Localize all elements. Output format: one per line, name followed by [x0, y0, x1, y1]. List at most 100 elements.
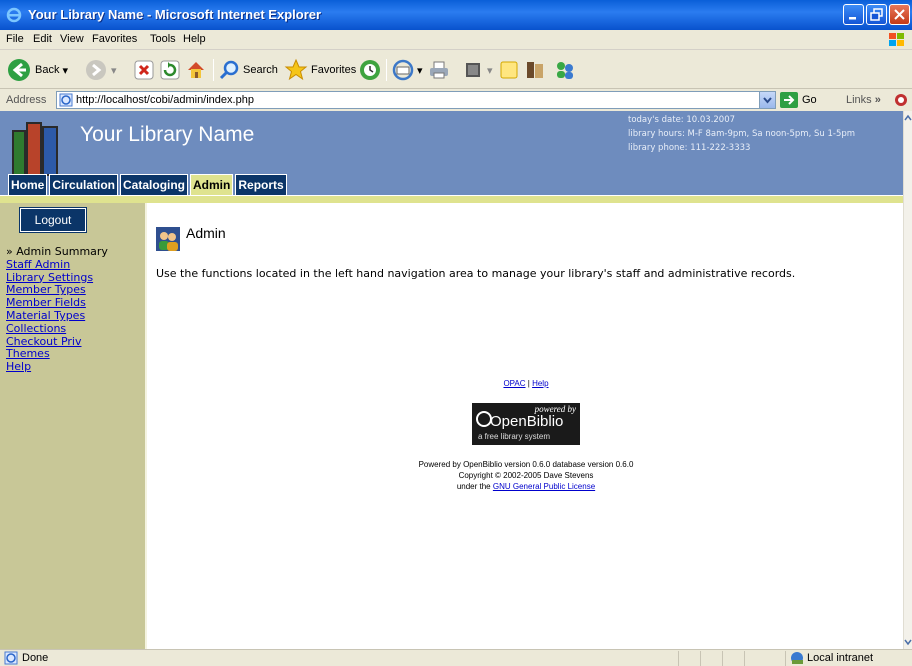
page-viewport: Your Library Name today's date: 10.03.20… [0, 111, 903, 649]
gpl-license-link[interactable]: GNU General Public License [493, 482, 595, 491]
sidebar: Logout » Admin Summary Staff Admin Libra… [0, 203, 145, 649]
sidebar-item-help[interactable]: Help [6, 360, 108, 374]
status-divider [722, 651, 723, 666]
stop-button[interactable] [133, 56, 155, 84]
stop-icon [134, 60, 154, 80]
tab-reports[interactable]: Reports [235, 174, 287, 195]
license-prefix: under the [456, 482, 491, 491]
note-icon [500, 61, 518, 79]
tab-home[interactable]: Home [8, 174, 48, 195]
sidebar-item-staff-admin[interactable]: Staff Admin [6, 258, 108, 272]
tab-underline [0, 195, 903, 203]
go-arrow-icon [780, 92, 798, 108]
close-icon [894, 9, 905, 20]
internet-explorer-icon [6, 7, 22, 23]
restore-button[interactable] [866, 4, 887, 25]
back-button[interactable]: Back ▾ [6, 56, 68, 84]
history-button[interactable] [358, 56, 382, 84]
messenger-button[interactable] [553, 56, 577, 84]
menu-file[interactable]: File [6, 33, 24, 45]
forward-arrow-icon [86, 60, 106, 80]
vertical-scrollbar[interactable] [903, 111, 912, 649]
forward-button[interactable]: ▾ [84, 56, 117, 84]
go-button[interactable]: Go [780, 91, 817, 109]
home-icon [188, 62, 204, 78]
refresh-icon [160, 60, 180, 80]
page-description: Use the functions located in the left ha… [156, 267, 796, 280]
status-text: Done [22, 652, 49, 664]
logo-tagline: a free library system [478, 432, 551, 441]
menu-bar: File Edit View Favorites Tools Help [0, 30, 912, 50]
status-divider [678, 651, 679, 666]
chevron-down-icon: ▾ [62, 64, 68, 77]
home-button[interactable] [185, 56, 207, 84]
todays-date: today's date: 10.03.2007 [628, 115, 736, 125]
addon-icon[interactable] [893, 92, 909, 108]
sidebar-item-material-types[interactable]: Material Types [6, 309, 108, 323]
research-button[interactable] [524, 56, 546, 84]
toolbar-divider [386, 59, 387, 81]
windows-logo-icon [889, 33, 904, 46]
window-title: Your Library Name - Microsoft Internet E… [28, 7, 322, 22]
menu-favorites[interactable]: Favorites [92, 33, 137, 45]
print-button[interactable] [428, 56, 450, 84]
address-dropdown-button[interactable] [759, 92, 775, 108]
local-intranet-icon [791, 652, 803, 664]
page-header: Your Library Name today's date: 10.03.20… [0, 111, 903, 203]
search-button[interactable]: Search [218, 56, 278, 84]
edit-page-icon [466, 63, 480, 77]
library-books-logo [12, 122, 58, 176]
close-button[interactable] [889, 4, 910, 25]
discuss-button[interactable] [498, 56, 520, 84]
menu-view[interactable]: View [60, 33, 84, 45]
links-button[interactable]: Links » [846, 94, 881, 106]
logo-openbiblio: OpenBiblio [490, 413, 564, 430]
sidebar-current-item: » Admin Summary [6, 245, 108, 258]
mail-icon [392, 59, 414, 81]
main-tabs: Home Circulation Cataloging Admin Report… [8, 174, 289, 195]
address-bar: Address http://localhost/cobi/admin/inde… [0, 90, 912, 110]
security-zone-text: Local intranet [807, 652, 874, 664]
admin-users-icon [156, 227, 180, 251]
printer-icon [430, 61, 448, 79]
menu-edit[interactable]: Edit [33, 33, 52, 45]
address-input[interactable]: http://localhost/cobi/admin/index.php [56, 91, 776, 109]
page-done-icon [4, 651, 18, 665]
title-bar[interactable]: Your Library Name - Microsoft Internet E… [0, 0, 912, 30]
minimize-icon [849, 17, 856, 20]
research-icon [527, 62, 543, 78]
opac-link[interactable]: OPAC [503, 379, 525, 388]
scroll-down-icon[interactable] [904, 637, 912, 647]
scroll-up-icon[interactable] [904, 113, 912, 123]
chevron-down-icon: ▾ [111, 64, 117, 77]
search-icon [219, 60, 239, 80]
sidebar-nav: » Admin Summary Staff Admin Library Sett… [6, 245, 108, 374]
help-link[interactable]: Help [532, 379, 548, 388]
tab-cataloging[interactable]: Cataloging [120, 174, 189, 195]
refresh-button[interactable] [159, 56, 181, 84]
mail-button[interactable]: ▾ [392, 56, 423, 84]
favorites-button[interactable]: Favorites [284, 56, 356, 84]
logout-button[interactable]: Logout [19, 207, 87, 233]
menu-help[interactable]: Help [183, 33, 206, 45]
main-content: Admin Use the functions located in the l… [145, 203, 903, 649]
menu-tools[interactable]: Tools [150, 33, 176, 45]
page-icon [59, 93, 73, 107]
search-label: Search [243, 64, 278, 76]
openbiblio-logo[interactable]: powered by OpenBiblio a free library sys… [472, 403, 580, 445]
sidebar-item-collections[interactable]: Collections [6, 322, 108, 336]
minimize-button[interactable] [843, 4, 864, 25]
library-name: Your Library Name [80, 123, 255, 146]
edit-button[interactable]: ▾ [462, 56, 493, 84]
tab-admin[interactable]: Admin [190, 174, 234, 195]
tab-circulation[interactable]: Circulation [49, 174, 119, 195]
library-hours: library hours: M-F 8am-9pm, Sa noon-5pm,… [628, 129, 856, 139]
back-arrow-icon [8, 59, 30, 81]
license-line: under the GNU General Public License [147, 482, 903, 491]
favorites-label: Favorites [311, 64, 357, 76]
links-label: Links [846, 94, 872, 106]
back-label: Back [35, 64, 60, 76]
status-divider [744, 651, 745, 666]
footer-links: OPAC | Help [147, 379, 903, 388]
powered-by-line: Powered by OpenBiblio version 0.6.0 data… [418, 460, 634, 469]
